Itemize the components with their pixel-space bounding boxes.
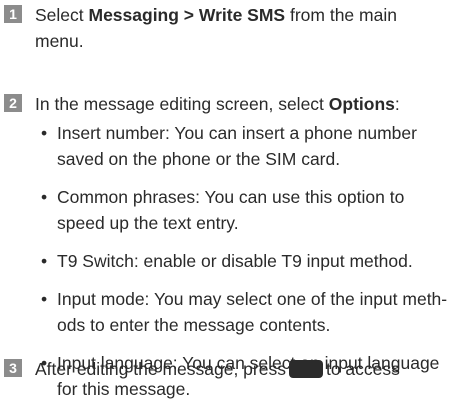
list-item: • Insert number: You can insert a phone … [35, 120, 464, 172]
step-text: After editing the message, press to acces… [35, 359, 400, 379]
step-1: 1 Select Messaging > Write SMS from the … [4, 2, 464, 54]
softkey-icon [288, 360, 323, 378]
list-item: • Input mode: You may select one of the … [35, 286, 464, 338]
manual-page: 1 Select Messaging > Write SMS from the … [0, 0, 468, 399]
list-item: • Common phrases: You can use this optio… [35, 184, 464, 236]
step-number: 1 [4, 5, 22, 23]
bullet-icon: • [41, 289, 48, 309]
bullet-icon: • [41, 251, 48, 271]
options-label: Options [328, 94, 395, 114]
step-text: In the message editing screen, select Op… [35, 94, 400, 114]
step-text: Select Messaging > Write SMS from the ma… [35, 5, 397, 51]
bullet-icon: • [41, 123, 48, 143]
list-item: • T9 Switch: enable or disable T9 input … [35, 248, 464, 274]
step-3: 3 After editing the message, press to acc… [4, 356, 464, 382]
bullet-icon: • [41, 187, 48, 207]
menu-path: Messaging > Write SMS [88, 5, 286, 25]
step-number: 2 [4, 94, 22, 112]
step-number: 3 [4, 359, 22, 377]
